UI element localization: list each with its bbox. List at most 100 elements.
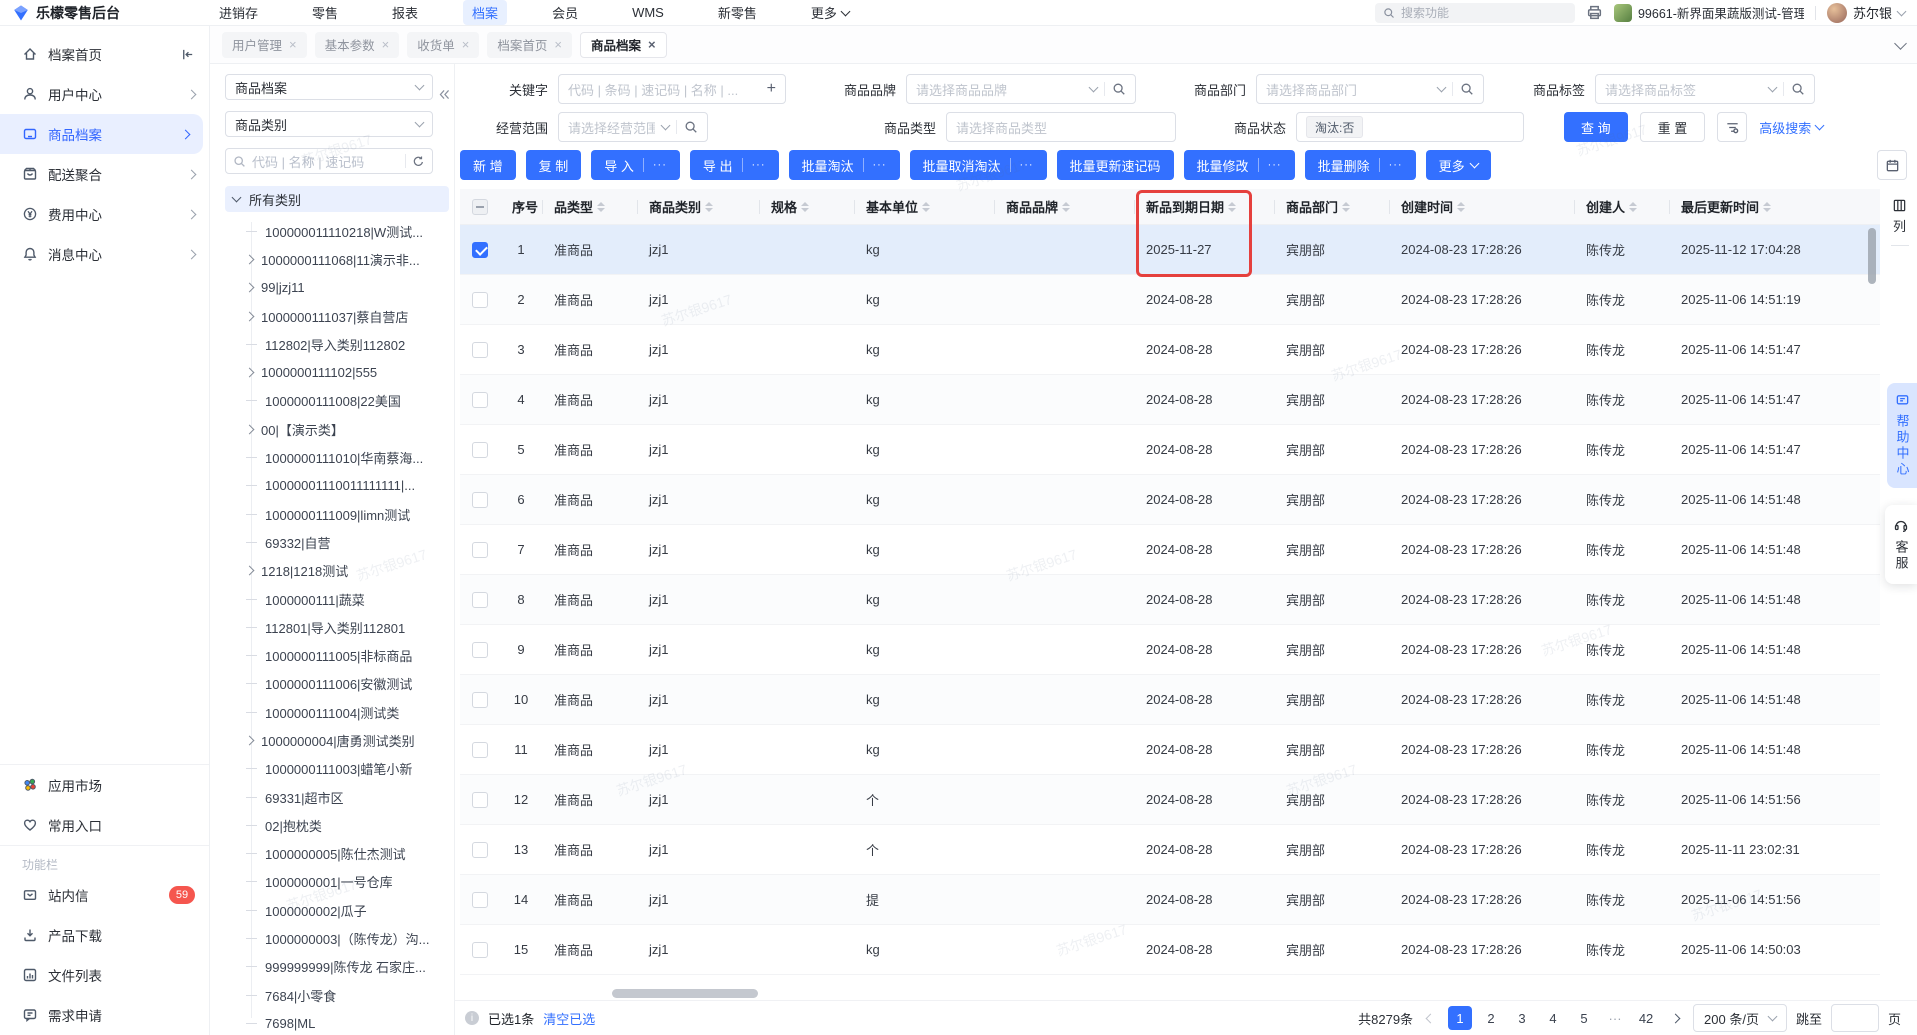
row-checkbox[interactable] xyxy=(472,941,488,958)
table-row[interactable]: 2 准商品 jzj1 kg 2024-08-28 宾朋部 2024-08-23 17:28:… xyxy=(460,275,1880,325)
tree-item[interactable]: 00|【演示类】 xyxy=(225,415,454,443)
toolbar-button-4[interactable]: 导 出 ··· xyxy=(689,150,779,180)
select-all-checkbox[interactable] xyxy=(472,198,488,215)
page-button-2[interactable]: 2 xyxy=(1479,1006,1503,1030)
table-row[interactable]: 13 准商品 jzj1 个 2024-08-28 宾朋部 2024-08-23 17:28:… xyxy=(460,825,1880,875)
tree-item[interactable]: 1000000111003|蜡笔小新 xyxy=(225,755,454,783)
sort-icon[interactable] xyxy=(1228,201,1237,212)
tree-item[interactable]: 1000000111068|11演示非... xyxy=(225,245,454,273)
table-row[interactable]: 3 准商品 jzj1 kg 2024-08-28 宾朋部 2024-08-23 17:28:… xyxy=(460,325,1880,375)
nav-item-3[interactable]: 报表 xyxy=(383,0,427,25)
tab-4[interactable]: 档案首页 × xyxy=(487,31,572,58)
more-options-icon[interactable]: ··· xyxy=(653,159,667,171)
sort-icon[interactable] xyxy=(1629,201,1638,212)
row-checkbox[interactable] xyxy=(472,791,488,808)
app-logo[interactable]: 乐檬零售后台 xyxy=(12,3,210,23)
nav-item-4[interactable]: 档案 xyxy=(463,0,508,25)
sort-icon[interactable] xyxy=(1457,201,1466,212)
expand-icon[interactable] xyxy=(244,735,255,746)
type-input[interactable]: 请选择商品类型 xyxy=(946,112,1176,142)
search-icon[interactable] xyxy=(1791,82,1805,96)
column-header-4[interactable]: 规格 xyxy=(759,189,854,225)
tree-item[interactable]: 1000000111102|555 xyxy=(225,358,454,386)
search-icon[interactable] xyxy=(684,120,698,134)
column-header-6[interactable]: 商品品牌 xyxy=(994,189,1134,225)
row-checkbox[interactable] xyxy=(472,891,488,908)
tab-overflow-icon[interactable] xyxy=(1894,36,1907,50)
tree-item[interactable]: 1000000005|陈仕杰测试 xyxy=(225,840,454,868)
prev-page-button[interactable] xyxy=(1422,1010,1439,1027)
clear-selection-link[interactable]: 清空已选 xyxy=(543,1009,595,1028)
table-row[interactable]: 8 准商品 jzj1 kg 2024-08-28 宾朋部 2024-08-23 17:28:… xyxy=(460,575,1880,625)
table-row[interactable]: 12 准商品 jzj1 个 2024-08-28 宾朋部 2024-08-23 17:28:… xyxy=(460,775,1880,825)
filter-settings-button[interactable] xyxy=(1717,112,1748,142)
tab-close-icon[interactable]: × xyxy=(554,38,562,51)
sidebar-item-app-market[interactable]: 应用市场 xyxy=(0,765,209,805)
tree-search-input[interactable]: 代码 | 名称 | 速记码 xyxy=(225,148,433,174)
tree-item[interactable]: 7684|小零食 xyxy=(225,981,454,1009)
panel-collapse-icon[interactable] xyxy=(438,88,451,101)
tree-item[interactable]: 69332|自营 xyxy=(225,528,454,556)
row-checkbox[interactable] xyxy=(472,391,488,408)
toolbar-button-6[interactable]: 批量取消淘汰 ··· xyxy=(909,150,1047,180)
scope-select[interactable]: 请选择经营范围 xyxy=(558,112,708,142)
row-checkbox[interactable] xyxy=(472,291,488,308)
row-checkbox[interactable] xyxy=(472,741,488,758)
tree-item[interactable]: 1000000001|一号仓库 xyxy=(225,868,454,896)
row-checkbox[interactable] xyxy=(472,691,488,708)
more-options-icon[interactable]: ··· xyxy=(873,159,887,171)
toolbar-button-3[interactable]: 导 入 ··· xyxy=(591,150,680,180)
more-options-icon[interactable]: ··· xyxy=(1268,159,1282,171)
sidebar-item-file-list[interactable]: 文件列表 xyxy=(0,955,209,995)
column-settings[interactable]: 列 xyxy=(1882,189,1917,1034)
more-options-icon[interactable]: ··· xyxy=(1389,159,1403,171)
search-icon[interactable] xyxy=(1460,82,1474,96)
jump-page-input[interactable] xyxy=(1830,1004,1879,1032)
tag-select[interactable]: 请选择商品标签 xyxy=(1595,74,1815,104)
sort-icon[interactable] xyxy=(1342,201,1351,212)
table-row[interactable]: 10 准商品 jzj1 kg 2024-08-28 宾朋部 2024-08-23 17:28… xyxy=(460,675,1880,725)
table-row[interactable]: 4 准商品 jzj1 kg 2024-08-28 宾朋部 2024-08-23 17:28:… xyxy=(460,375,1880,425)
toolbar-button-5[interactable]: 批量淘汰 ··· xyxy=(788,150,900,180)
tab-close-icon[interactable]: × xyxy=(462,38,470,51)
tree-item[interactable]: 100000011110218|W测试... xyxy=(225,217,454,245)
table-row[interactable]: 5 准商品 jzj1 kg 2024-08-28 宾朋部 2024-08-23 17:28:… xyxy=(460,425,1880,475)
tab-3[interactable]: 收货单 × xyxy=(407,31,480,58)
more-options-icon[interactable]: ··· xyxy=(752,159,766,171)
calendar-button[interactable] xyxy=(1877,150,1907,180)
sidebar-collapse-icon[interactable] xyxy=(180,47,195,62)
tree-item[interactable]: 112802|导入类别112802 xyxy=(225,330,454,358)
sort-icon[interactable] xyxy=(1062,201,1071,212)
column-header-11[interactable]: 最后更新时间 xyxy=(1669,189,1880,225)
page-button-5[interactable]: 5 xyxy=(1572,1006,1596,1030)
page-ellipsis[interactable]: ··· xyxy=(1603,1006,1627,1030)
page-button-3[interactable]: 3 xyxy=(1510,1006,1534,1030)
expand-icon[interactable] xyxy=(244,282,255,293)
search-icon[interactable] xyxy=(1112,82,1126,96)
table-row[interactable]: 6 准商品 jzj1 kg 2024-08-28 宾朋部 2024-08-23 17:28:… xyxy=(460,475,1880,525)
row-checkbox[interactable] xyxy=(472,541,488,558)
archive-type-select[interactable]: 商品档案 xyxy=(225,74,433,100)
more-options-icon[interactable]: ··· xyxy=(1020,159,1034,171)
tree-item[interactable]: 999999999|陈传龙 石家庄... xyxy=(225,953,454,981)
row-checkbox[interactable] xyxy=(472,841,488,858)
table-row[interactable]: 15 准商品 jzj1 kg 2024-08-28 宾朋部 2024-08-23 17:28… xyxy=(460,925,1880,975)
tree-item[interactable]: 1000000004|唐勇测试类别 xyxy=(225,726,454,754)
expand-icon[interactable] xyxy=(244,254,255,265)
tree-item[interactable]: 1000000003|（陈传龙）沟... xyxy=(225,924,454,952)
tree-item[interactable]: 1000000111037|蔡自营店 xyxy=(225,302,454,330)
tree-item[interactable]: 1218|1218测试 xyxy=(225,557,454,585)
tab-close-icon[interactable]: × xyxy=(289,38,297,51)
sidebar-item-archive-home[interactable]: 档案首页 xyxy=(0,34,209,74)
column-header-8[interactable]: 商品部门 xyxy=(1274,189,1389,225)
sidebar-item-inbox[interactable]: 站内信 59 xyxy=(0,875,209,915)
expand-icon[interactable] xyxy=(244,565,255,576)
sidebar-item-product-archive[interactable]: 商品档案 xyxy=(0,114,203,154)
row-checkbox[interactable] xyxy=(472,641,488,658)
table-row[interactable]: 11 准商品 jzj1 kg 2024-08-28 宾朋部 2024-08-23 17:28… xyxy=(460,725,1880,775)
sidebar-item-fee-center[interactable]: 费用中心 xyxy=(0,194,209,234)
advanced-search-link[interactable]: 高级搜索 xyxy=(1759,118,1825,137)
sidebar-item-delivery[interactable]: 配送聚合 xyxy=(0,154,209,194)
row-checkbox[interactable] xyxy=(472,341,488,358)
table-row[interactable]: 1 准商品 jzj1 kg 2025-11-27 宾朋部 2024-08-23 17:28:… xyxy=(460,225,1880,275)
